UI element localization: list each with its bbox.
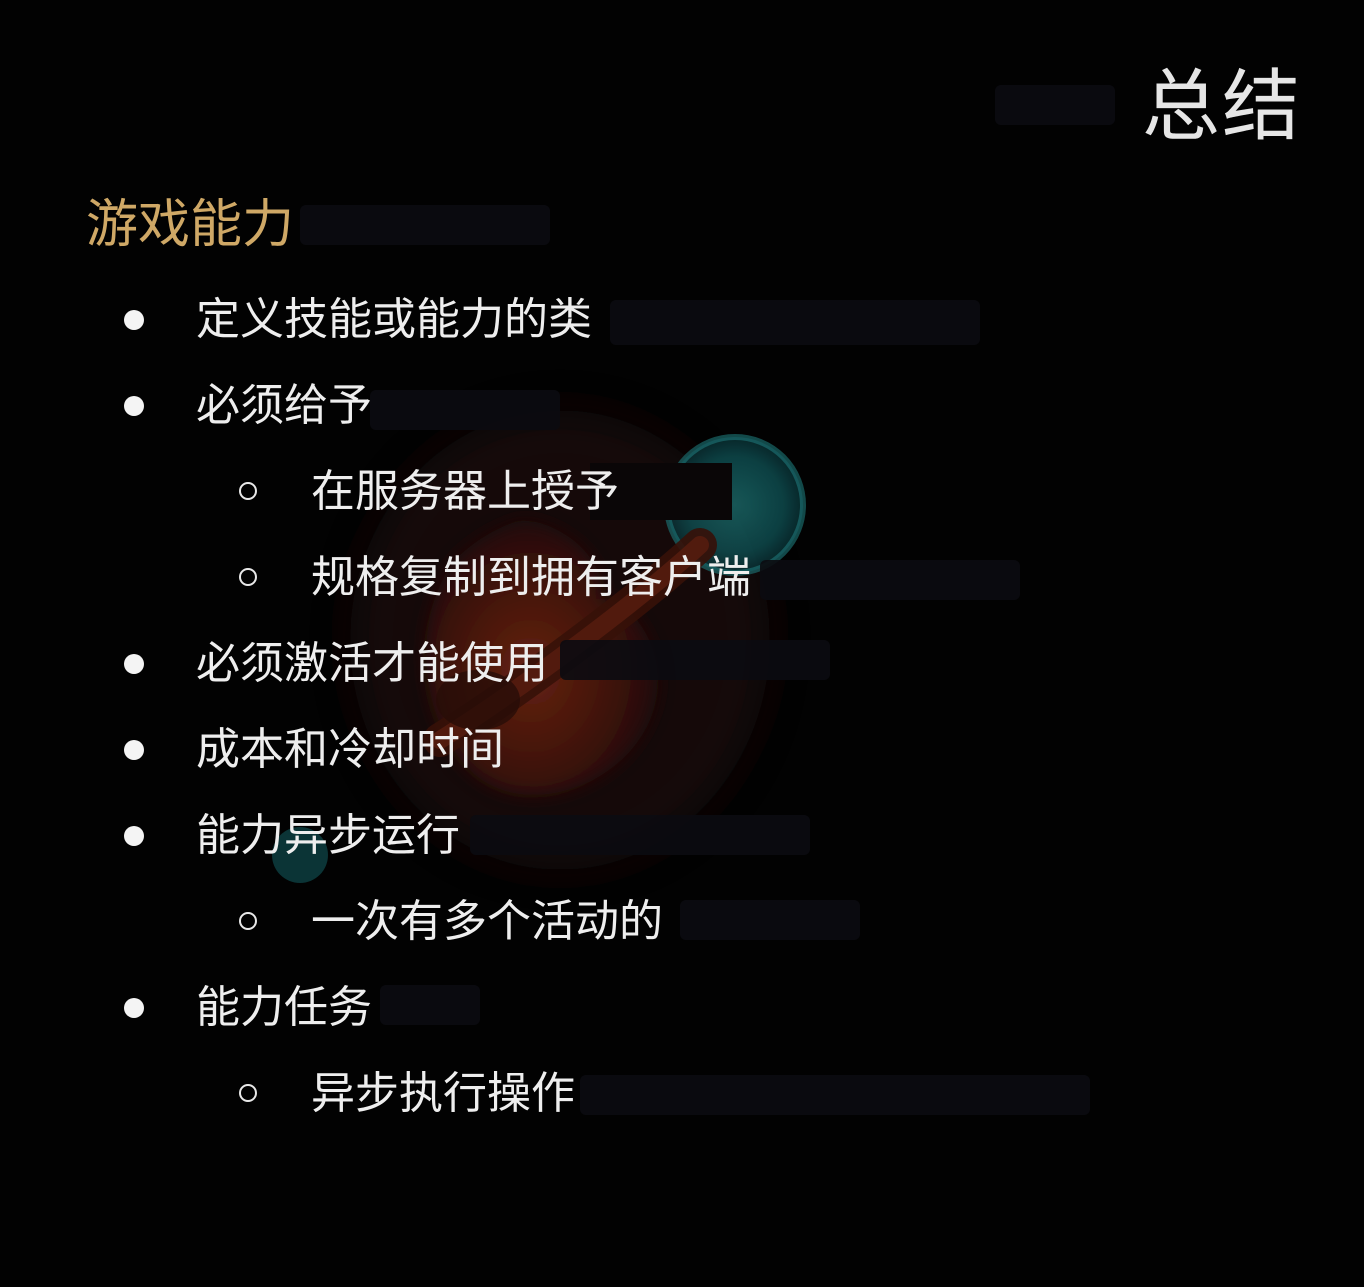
bullet-text: 必须激活才能使用: [196, 638, 548, 689]
bullet-dot-icon: [124, 826, 144, 846]
bullet-text: 异步执行操作: [311, 1068, 575, 1119]
bullet-dot-icon: [124, 310, 144, 330]
bullet-text: 定义技能或能力的类: [196, 294, 592, 345]
bullet-dot-icon: [124, 654, 144, 674]
bullet-text: 必须给予: [196, 380, 372, 431]
bullet-ring-icon: [239, 1084, 257, 1102]
bullet-text: 规格复制到拥有客户端: [311, 552, 751, 603]
bullet-ring-icon: [239, 568, 257, 586]
bullet-ring-icon: [239, 482, 257, 500]
section-heading: 游戏能力: [86, 195, 295, 255]
bullet-dot-icon: [124, 998, 144, 1018]
bullet-text: 一次有多个活动的: [311, 896, 663, 947]
slide: 总结 游戏能力 定义技能或能力的类 必须给予 在服务器上授予 规格复制到拥有客户…: [0, 0, 1364, 1287]
bullet-dot-icon: [124, 740, 144, 760]
slide-title: 总结: [1141, 62, 1302, 152]
bullet-text: 能力异步运行: [196, 810, 460, 861]
bullet-text: 成本和冷却时间: [196, 724, 504, 775]
bullet-text: 能力任务: [196, 982, 372, 1033]
bullet-text: 在服务器上授予: [311, 466, 619, 517]
bullet-ring-icon: [239, 912, 257, 930]
bullet-dot-icon: [124, 396, 144, 416]
